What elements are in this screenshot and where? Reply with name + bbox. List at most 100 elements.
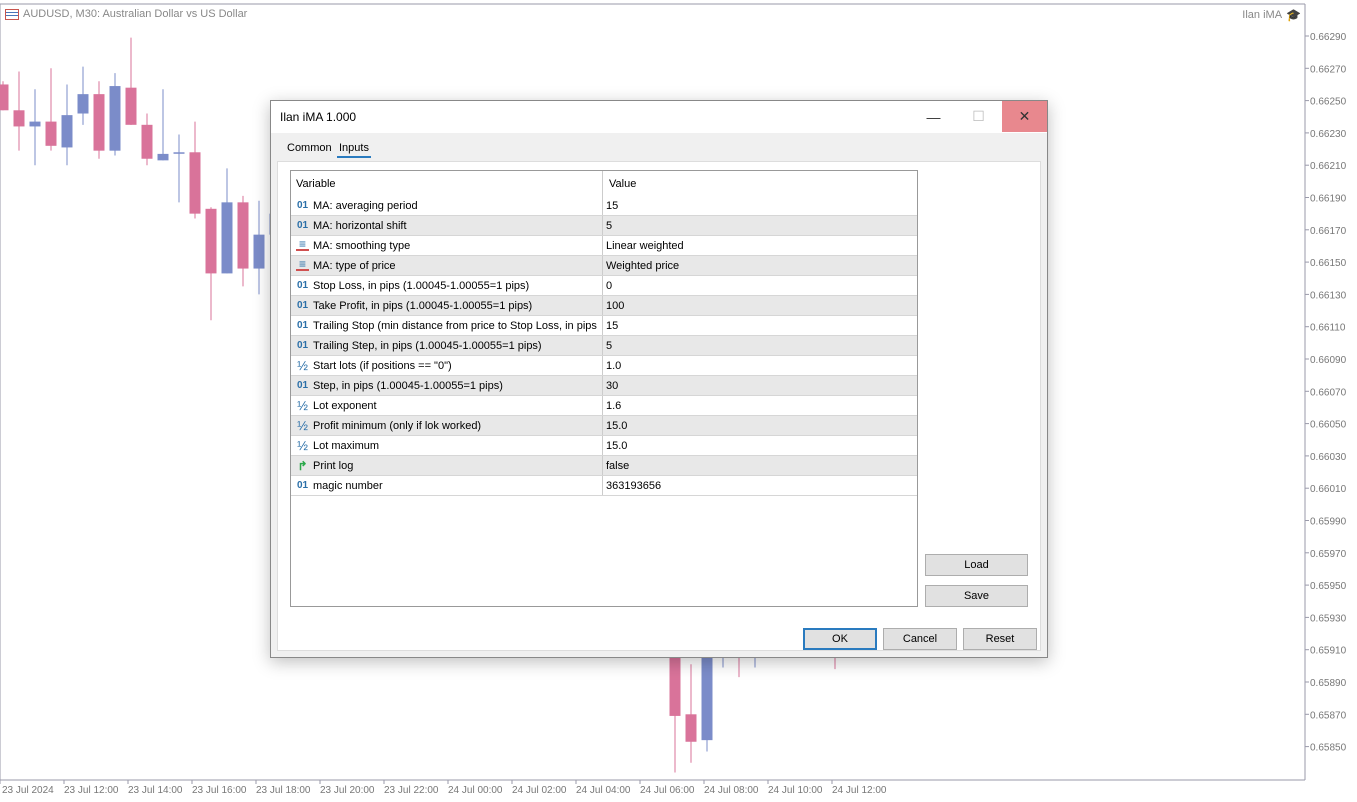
time-tick-label: 24 Jul 04:00 xyxy=(576,785,631,796)
half-type-icon: ½ xyxy=(297,438,308,453)
column-header-variable[interactable]: Variable xyxy=(291,171,603,196)
tab-inputs[interactable]: Inputs xyxy=(337,142,371,158)
variable-cell: 01 Step, in pips (1.00045-1.00055=1 pips) xyxy=(291,376,603,395)
variable-name: Profit minimum (only if lok worked) xyxy=(313,419,482,432)
time-tick-label: 24 Jul 06:00 xyxy=(640,785,695,796)
price-tick-label: 0.65910 xyxy=(1310,646,1347,657)
value-cell[interactable]: 0 xyxy=(603,280,612,292)
price-tick-label: 0.66070 xyxy=(1310,387,1347,398)
dialog-titlebar[interactable]: Ilan iMA 1.000 — ☐ ✕ xyxy=(271,101,1047,133)
value-cell[interactable]: false xyxy=(603,460,629,472)
table-header: Variable Value xyxy=(291,171,917,196)
bearish-candle xyxy=(237,202,249,269)
price-tick-label: 0.66130 xyxy=(1310,290,1347,301)
ok-button[interactable]: OK xyxy=(803,628,877,650)
int-type-icon: 01 xyxy=(296,200,309,211)
half-type-icon: ½ xyxy=(297,398,308,413)
value-cell[interactable]: 100 xyxy=(603,300,624,312)
value-cell[interactable]: Weighted price xyxy=(603,260,679,272)
time-tick-label: 23 Jul 18:00 xyxy=(256,785,311,796)
bearish-candle xyxy=(13,110,25,127)
variable-cell: ½ Profit minimum (only if lok worked) xyxy=(291,416,603,435)
variable-name: Lot exponent xyxy=(313,399,377,412)
value-cell[interactable]: 30 xyxy=(603,380,618,392)
column-header-value[interactable]: Value xyxy=(603,178,636,190)
expert-advisor-label[interactable]: Ilan iMA 🎓 xyxy=(1242,8,1301,22)
value-cell[interactable]: 1.6 xyxy=(603,400,621,412)
price-tick-label: 0.66270 xyxy=(1310,64,1347,75)
value-cell[interactable]: 1.0 xyxy=(603,360,621,372)
int-type-icon: 01 xyxy=(296,220,309,231)
variable-cell: ½ Start lots (if positions == "0") xyxy=(291,356,603,375)
int-type-icon: 01 xyxy=(296,300,309,311)
ea-name: Ilan iMA xyxy=(1242,9,1283,21)
price-tick-label: 0.65990 xyxy=(1310,517,1347,528)
dialog-title: Ilan iMA 1.000 xyxy=(280,110,357,124)
enum-type-icon: ≡ xyxy=(296,258,309,271)
value-cell[interactable]: 15 xyxy=(603,320,618,332)
price-tick-label: 0.66030 xyxy=(1310,452,1347,463)
value-cell[interactable]: 15.0 xyxy=(603,440,627,452)
variable-name: MA: averaging period xyxy=(313,199,418,212)
variable-name: Stop Loss, in pips (1.00045-1.00055=1 pi… xyxy=(313,279,530,292)
variable-cell: 01 magic number xyxy=(291,476,603,495)
bullish-candle xyxy=(221,202,233,274)
table-row[interactable]: 01 Trailing Stop (min distance from price… xyxy=(291,316,917,336)
table-row[interactable]: 01 Trailing Step, in pips (1.00045-1.0005… xyxy=(291,336,917,356)
price-tick-label: 0.66290 xyxy=(1310,32,1347,43)
table-row[interactable]: ≡ MA: type of price Weighted price xyxy=(291,256,917,276)
save-button[interactable]: Save xyxy=(925,585,1028,607)
table-row[interactable]: 01 MA: averaging period 15 xyxy=(291,196,917,216)
load-button[interactable]: Load xyxy=(925,554,1028,576)
bullish-candle xyxy=(61,115,73,148)
variable-name: Print log xyxy=(313,459,354,472)
table-row[interactable]: 01 Take Profit, in pips (1.00045-1.00055=… xyxy=(291,296,917,316)
value-cell[interactable]: 5 xyxy=(603,340,612,352)
time-tick-label: 23 Jul 20:00 xyxy=(320,785,375,796)
price-tick-label: 0.66230 xyxy=(1310,129,1347,140)
price-tick-label: 0.66150 xyxy=(1310,258,1347,269)
table-row[interactable]: ½ Lot maximum 15.0 xyxy=(291,436,917,456)
price-tick-label: 0.66210 xyxy=(1310,161,1347,172)
int-type-icon: 01 xyxy=(296,320,309,331)
table-row[interactable]: ≡ MA: smoothing type Linear weighted xyxy=(291,236,917,256)
variable-name: Lot maximum xyxy=(313,439,380,452)
variable-cell: 01 Stop Loss, in pips (1.00045-1.00055=1 … xyxy=(291,276,603,295)
variable-cell: 01 Trailing Stop (min distance from price… xyxy=(291,316,603,335)
table-row[interactable]: 01 Stop Loss, in pips (1.00045-1.00055=1 … xyxy=(291,276,917,296)
value-cell[interactable]: 15 xyxy=(603,200,618,212)
table-row[interactable]: ½ Profit minimum (only if lok worked) 15.0 xyxy=(291,416,917,436)
variable-cell: ≡ MA: type of price xyxy=(291,256,603,275)
tab-common[interactable]: Common xyxy=(285,142,334,156)
reset-button[interactable]: Reset xyxy=(963,628,1037,650)
table-row[interactable]: 01 magic number 363193656 xyxy=(291,476,917,496)
close-button[interactable]: ✕ xyxy=(1002,101,1047,132)
inputs-panel: Variable Value 01 MA: averaging period 15 0… xyxy=(277,161,1041,651)
table-row[interactable]: ↱ Print log false xyxy=(291,456,917,476)
value-cell[interactable]: 363193656 xyxy=(603,480,661,492)
maximize-button[interactable]: ☐ xyxy=(956,101,1001,132)
table-row[interactable]: ½ Start lots (if positions == "0") 1.0 xyxy=(291,356,917,376)
table-row[interactable]: ½ Lot exponent 1.6 xyxy=(291,396,917,416)
cancel-button[interactable]: Cancel xyxy=(883,628,957,650)
bearish-candle xyxy=(141,124,153,159)
table-row[interactable]: 01 MA: horizontal shift 5 xyxy=(291,216,917,236)
table-row[interactable]: 01 Step, in pips (1.00045-1.00055=1 pips)… xyxy=(291,376,917,396)
minimize-button[interactable]: — xyxy=(911,101,956,132)
time-tick-label: 24 Jul 08:00 xyxy=(704,785,759,796)
price-tick-label: 0.65930 xyxy=(1310,613,1347,624)
time-tick-label: 24 Jul 00:00 xyxy=(448,785,503,796)
bool-type-icon: ↱ xyxy=(297,458,308,473)
variable-name: magic number xyxy=(313,479,383,492)
time-tick-label: 24 Jul 10:00 xyxy=(768,785,823,796)
value-cell[interactable]: Linear weighted xyxy=(603,240,684,252)
int-type-icon: 01 xyxy=(296,380,309,391)
variable-name: Step, in pips (1.00045-1.00055=1 pips) xyxy=(313,379,503,392)
graduation-cap-icon: 🎓 xyxy=(1286,8,1301,22)
time-tick-label: 23 Jul 12:00 xyxy=(64,785,119,796)
value-cell[interactable]: 15.0 xyxy=(603,420,627,432)
chart-title: AUDUSD, M30: Australian Dollar vs US Dol… xyxy=(5,8,247,20)
variable-cell: ≡ MA: smoothing type xyxy=(291,236,603,255)
value-cell[interactable]: 5 xyxy=(603,220,612,232)
price-tick-label: 0.65890 xyxy=(1310,678,1347,689)
